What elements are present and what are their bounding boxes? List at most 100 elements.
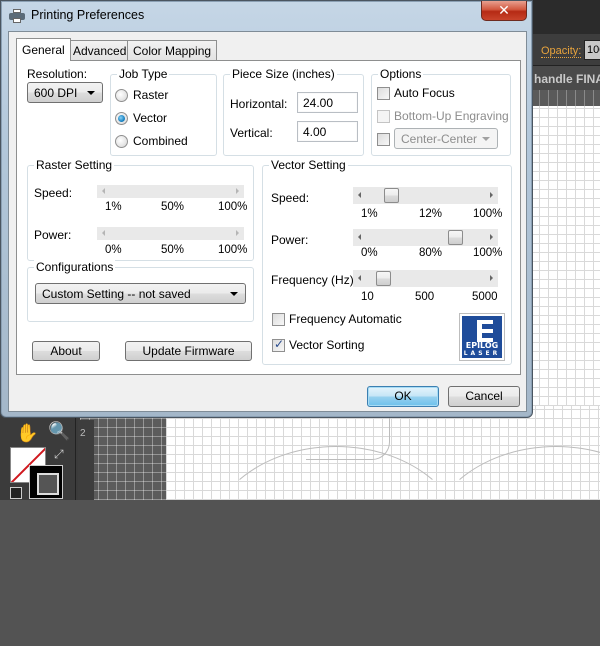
combined-radio[interactable] bbox=[115, 135, 128, 148]
vector-power-slider[interactable] bbox=[353, 229, 498, 246]
frequency-slider[interactable] bbox=[353, 270, 498, 287]
left-ruler: 2 bbox=[78, 420, 94, 500]
default-colors-icon[interactable] bbox=[10, 487, 22, 499]
vector-speed-label: Speed: bbox=[271, 191, 310, 205]
raster-radio[interactable] bbox=[115, 89, 128, 102]
vector-speed-tick-min: 1% bbox=[361, 208, 378, 220]
cancel-button[interactable]: Cancel bbox=[448, 386, 520, 407]
raster-speed-tick-mid: 50% bbox=[161, 201, 185, 213]
left-arrow-icon[interactable] bbox=[358, 192, 361, 198]
horizontal-input[interactable]: 24.00 bbox=[297, 92, 358, 113]
vector-power-label: Power: bbox=[271, 233, 309, 247]
raster-power-slider bbox=[97, 227, 244, 240]
chevron-down-icon bbox=[482, 137, 490, 141]
document-tab[interactable]: handle FINAL bbox=[530, 66, 600, 90]
resolution-dropdown[interactable]: 600 DPI bbox=[27, 82, 103, 103]
vector-power-tick-max: 100% bbox=[473, 247, 503, 259]
auto-focus-label[interactable]: Auto Focus bbox=[394, 86, 455, 100]
raster-setting-group: Raster Setting Speed: 1% 50% 100% Power:… bbox=[27, 158, 254, 261]
configurations-dropdown[interactable]: Custom Setting -- not saved bbox=[35, 283, 246, 304]
printing-preferences-dialog: Printing Preferences ✕ General Advanced … bbox=[0, 0, 533, 418]
title-bar[interactable]: Printing Preferences ✕ bbox=[1, 1, 534, 31]
close-button[interactable]: ✕ bbox=[481, 1, 527, 21]
tools-panel: ✋ 🔍 ⤢ bbox=[0, 415, 76, 500]
vertical-label: Vertical: bbox=[230, 126, 273, 140]
logo-subtitle: LASER bbox=[463, 350, 501, 357]
vector-sorting-checkbox[interactable] bbox=[272, 337, 285, 352]
artboard-canvas-right bbox=[530, 106, 600, 406]
artwork-curve bbox=[426, 446, 600, 646]
raster-setting-label: Raster Setting bbox=[34, 158, 115, 172]
combined-label[interactable]: Combined bbox=[133, 134, 188, 148]
vector-label[interactable]: Vector bbox=[133, 111, 167, 125]
opacity-field[interactable]: 100 bbox=[584, 40, 600, 60]
right-arrow-icon[interactable] bbox=[490, 234, 493, 240]
configurations-label: Configurations bbox=[34, 260, 116, 274]
tab-general[interactable]: General bbox=[16, 38, 71, 61]
vector-power-thumb[interactable] bbox=[448, 230, 463, 245]
right-arrow-icon bbox=[236, 230, 239, 236]
epilog-laser-logo: EPILOG LASER bbox=[459, 313, 505, 361]
chevron-down-icon bbox=[230, 292, 238, 296]
vector-speed-thumb[interactable] bbox=[384, 188, 400, 203]
resolution-value: 600 DPI bbox=[34, 86, 78, 100]
frequency-tick-max: 5000 bbox=[472, 291, 498, 303]
chevron-down-icon bbox=[87, 91, 95, 95]
center-checkbox[interactable] bbox=[377, 133, 390, 146]
vector-speed-slider[interactable] bbox=[353, 187, 498, 204]
frequency-tick-mid: 500 bbox=[415, 291, 435, 303]
vertical-input[interactable]: 4.00 bbox=[297, 121, 358, 142]
stroke-color-swatch[interactable] bbox=[29, 465, 63, 499]
left-arrow-icon[interactable] bbox=[358, 234, 361, 240]
configurations-group: Configurations Custom Setting -- not sav… bbox=[27, 260, 254, 322]
options-group: Options Auto Focus Bottom-Up Engraving C… bbox=[371, 67, 511, 156]
raster-power-tick-min: 0% bbox=[105, 244, 122, 256]
opacity-label[interactable]: Opacity: bbox=[541, 45, 582, 58]
center-position-dropdown: Center-Center bbox=[394, 128, 498, 149]
frequency-tick-min: 10 bbox=[361, 291, 374, 303]
auto-focus-checkbox[interactable] bbox=[377, 87, 390, 100]
app-menubar bbox=[530, 0, 600, 34]
raster-speed-label: Speed: bbox=[34, 186, 73, 200]
logo-brand: EPILOG bbox=[465, 341, 499, 350]
raster-speed-tick-min: 1% bbox=[105, 201, 122, 213]
tab-color-mapping[interactable]: Color Mapping bbox=[127, 40, 218, 60]
job-type-label: Job Type bbox=[117, 67, 170, 81]
frequency-automatic-label[interactable]: Frequency Automatic bbox=[289, 312, 402, 326]
general-tab-panel: Resolution: 600 DPI Job Type Raster Vect… bbox=[16, 60, 521, 375]
update-firmware-button[interactable]: Update Firmware bbox=[125, 341, 252, 361]
left-arrow-icon bbox=[102, 230, 105, 236]
ok-button[interactable]: OK bbox=[367, 386, 439, 407]
frequency-label: Frequency (Hz): bbox=[271, 273, 358, 287]
options-label: Options bbox=[378, 67, 424, 81]
dialog-client-area: General Advanced Color Mapping Resolutio… bbox=[8, 31, 527, 412]
vector-setting-group: Vector Setting Speed: 1% 12% 100% Power:… bbox=[262, 158, 512, 365]
tab-advanced[interactable]: Advanced bbox=[67, 40, 133, 60]
left-arrow-icon bbox=[102, 188, 105, 194]
right-arrow-icon[interactable] bbox=[490, 192, 493, 198]
swap-colors-icon[interactable]: ⤢ bbox=[54, 447, 64, 462]
raster-label[interactable]: Raster bbox=[133, 88, 168, 102]
frequency-thumb[interactable] bbox=[376, 271, 391, 286]
vector-sorting-label[interactable]: Vector Sorting bbox=[289, 338, 364, 352]
zoom-tool-icon[interactable]: 🔍 bbox=[48, 421, 70, 442]
about-button[interactable]: About bbox=[32, 341, 100, 361]
bottom-up-label: Bottom-Up Engraving bbox=[394, 109, 509, 123]
printer-icon bbox=[9, 9, 25, 23]
raster-power-label: Power: bbox=[34, 228, 72, 242]
vector-power-tick-min: 0% bbox=[361, 247, 378, 259]
hand-tool-icon[interactable]: ✋ bbox=[16, 423, 38, 444]
vector-power-tick-mid: 80% bbox=[419, 247, 443, 259]
raster-power-tick-max: 100% bbox=[218, 244, 248, 256]
vector-speed-tick-max: 100% bbox=[473, 208, 503, 220]
right-arrow-icon bbox=[236, 188, 239, 194]
center-position-value: Center-Center bbox=[401, 132, 478, 146]
raster-speed-tick-max: 100% bbox=[218, 201, 248, 213]
frequency-automatic-checkbox[interactable] bbox=[272, 313, 285, 326]
vector-radio[interactable] bbox=[115, 112, 128, 125]
right-arrow-icon[interactable] bbox=[490, 275, 493, 281]
resolution-label: Resolution: bbox=[27, 67, 88, 81]
piece-size-group: Piece Size (inches) Horizontal: 24.00 Ve… bbox=[223, 67, 364, 156]
left-arrow-icon[interactable] bbox=[358, 275, 361, 281]
job-type-group: Job Type Raster Vector Combined bbox=[110, 67, 217, 156]
